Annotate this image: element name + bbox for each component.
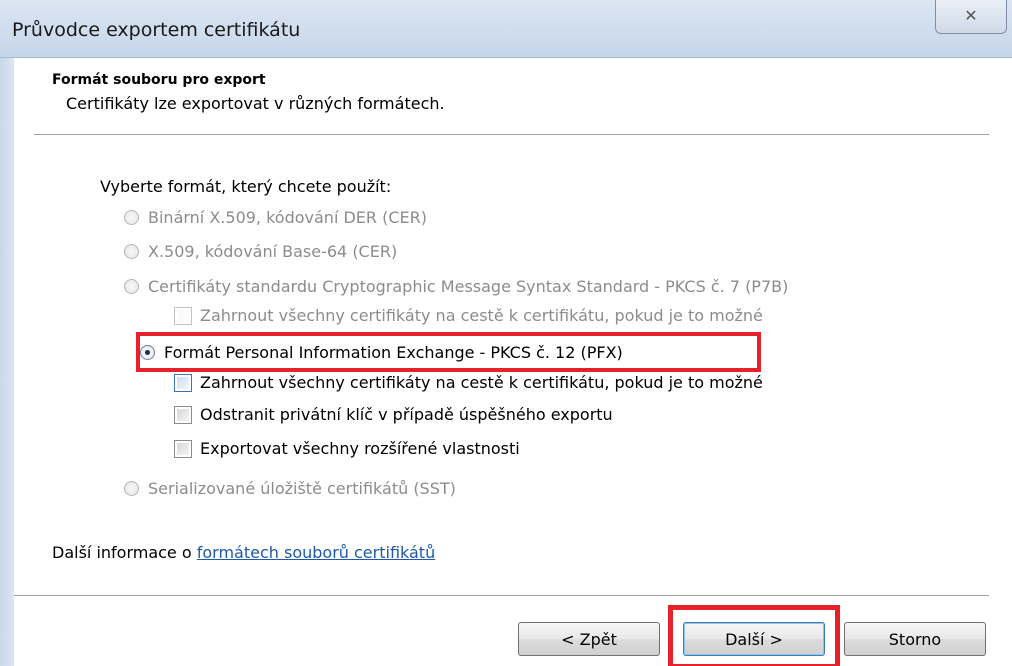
wizard-page: Formát souboru pro export Certifikáty lz… — [14, 58, 1012, 666]
radio-p7b-label: Certifikáty standardu Cryptographic Mess… — [148, 277, 789, 296]
checkbox-pfx-include[interactable]: Zahrnout všechny certifikáty na cestě k … — [174, 373, 763, 392]
checkbox-icon[interactable] — [174, 439, 192, 458]
back-button[interactable]: < Zpět — [518, 622, 660, 656]
radio-base64-option[interactable]: X.509, kódování Base-64 (CER) — [124, 242, 397, 261]
format-prompt: Vyberte formát, který chcete použít: — [100, 177, 392, 196]
checkbox-pfx-delete-key[interactable]: Odstranit privátní klíč v případě úspěšn… — [174, 405, 613, 424]
radio-icon[interactable] — [124, 481, 139, 496]
radio-icon[interactable] — [124, 244, 139, 259]
title-bar: Průvodce exportem certifikátu ✕ — [0, 0, 1012, 58]
radio-icon[interactable] — [124, 279, 139, 294]
radio-base64-label: X.509, kódování Base-64 (CER) — [148, 242, 398, 261]
header-divider — [34, 134, 989, 136]
footer-divider — [14, 595, 989, 597]
page-heading: Formát souboru pro export — [52, 72, 266, 88]
checkbox-pfx-include-label: Zahrnout všechny certifikáty na cestě k … — [200, 373, 763, 392]
radio-der-label: Binární X.509, kódování DER (CER) — [148, 208, 427, 227]
highlight-box-pfx — [136, 332, 761, 372]
checkbox-icon[interactable] — [174, 373, 192, 392]
formats-help-link[interactable]: formátech souborů certifikátů — [197, 543, 435, 562]
radio-sst-label: Serializované úložiště certifikátů (SST) — [148, 479, 456, 498]
more-info-text: Další informace o formátech souborů cert… — [52, 543, 435, 562]
checkbox-pfx-delete-key-label: Odstranit privátní klíč v případě úspěšn… — [200, 405, 613, 424]
radio-sst-option[interactable]: Serializované úložiště certifikátů (SST) — [124, 479, 456, 498]
radio-p7b-option[interactable]: Certifikáty standardu Cryptographic Mess… — [124, 277, 788, 296]
radio-der-option[interactable]: Binární X.509, kódování DER (CER) — [124, 208, 427, 227]
checkbox-icon[interactable] — [174, 306, 192, 325]
more-info-prefix: Další informace o — [52, 543, 197, 562]
checkbox-pfx-export-props-label: Exportovat všechny rozšířené vlastnosti — [200, 439, 520, 458]
highlight-box-next — [668, 605, 840, 666]
cancel-button[interactable]: Storno — [844, 622, 986, 656]
close-icon[interactable]: ✕ — [935, 0, 1007, 34]
checkbox-p7b-include-label: Zahrnout všechny certifikáty na cestě k … — [200, 306, 763, 325]
checkbox-pfx-export-props[interactable]: Exportovat všechny rozšířené vlastnosti — [174, 439, 520, 458]
checkbox-p7b-include[interactable]: Zahrnout všechny certifikáty na cestě k … — [174, 306, 763, 325]
window-frame — [0, 58, 14, 666]
window-title: Průvodce exportem certifikátu — [12, 19, 301, 41]
checkbox-icon[interactable] — [174, 405, 192, 424]
radio-icon[interactable] — [124, 210, 139, 225]
page-subheading: Certifikáty lze exportovat v různých for… — [66, 94, 445, 113]
